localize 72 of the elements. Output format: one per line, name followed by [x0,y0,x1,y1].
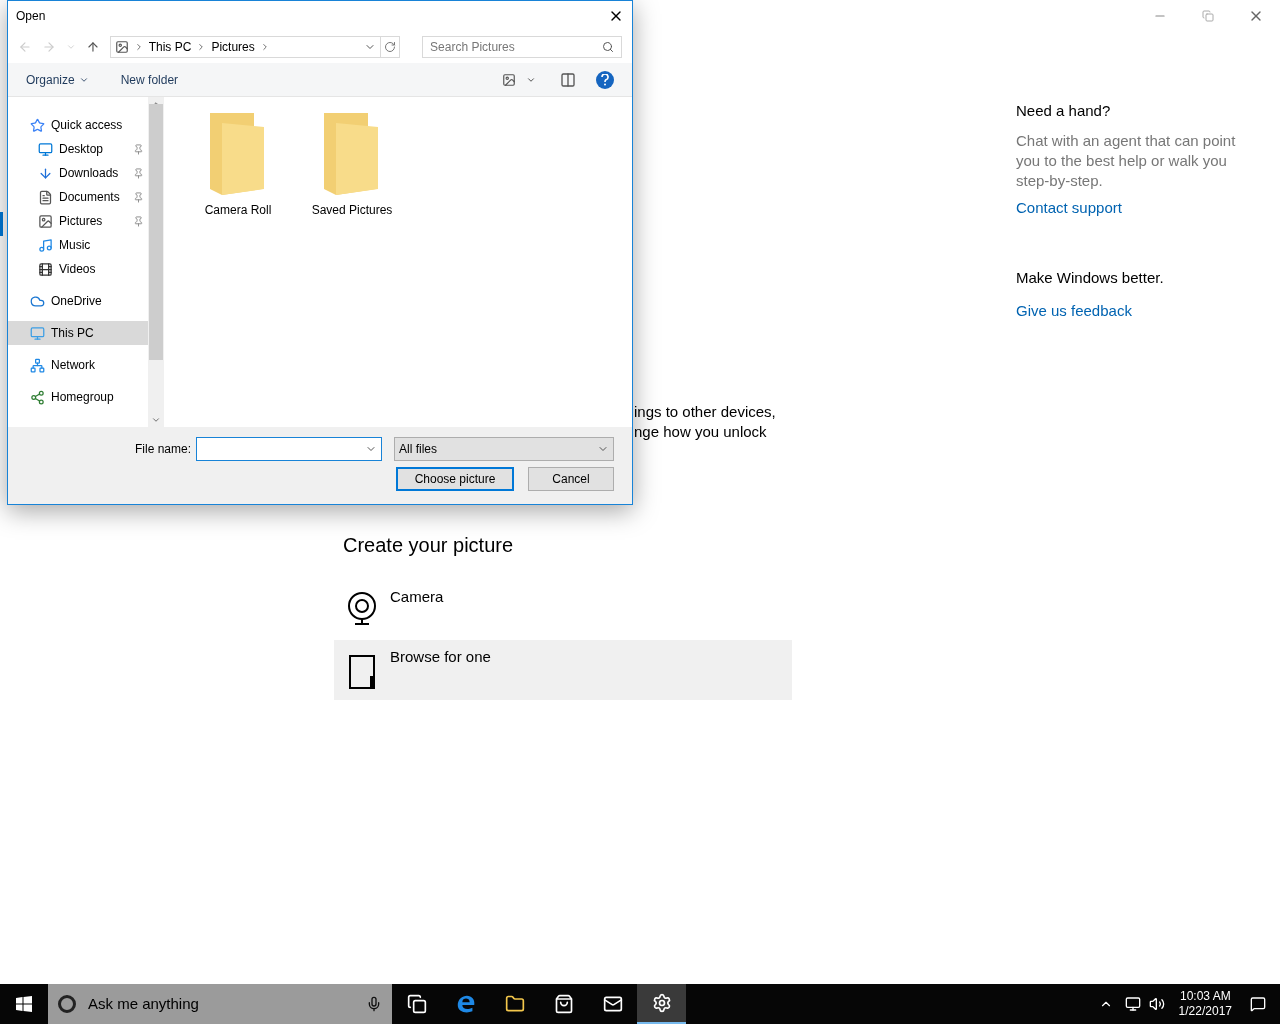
windows-logo-icon [16,996,32,1012]
help-icon[interactable] [596,70,614,89]
document-icon [38,189,53,205]
search-box[interactable]: Ask me anything [48,984,392,1024]
nav-item[interactable]: OneDrive [8,289,148,313]
folder-item[interactable]: Camera Roll [188,113,288,219]
nav-item[interactable]: Network [8,353,148,377]
clock[interactable]: 10:03 AM 1/22/2017 [1174,989,1236,1019]
nav-item[interactable]: Music [8,233,148,257]
contact-support-link[interactable]: Contact support [1016,196,1256,219]
dialog-button[interactable]: Cancel [528,467,614,491]
toolbar-button[interactable]: New folder [120,70,179,89]
nav-item[interactable]: Desktop [8,137,148,161]
selection-indicator [0,212,3,236]
view-icon[interactable] [502,72,516,87]
star-icon [30,117,45,133]
mail-icon [602,994,623,1014]
document-icon [346,654,378,690]
dialog-button[interactable]: Choose picture [396,467,514,491]
nav-item[interactable]: This PC [8,321,148,345]
webcam-icon [346,592,378,626]
picture-option[interactable]: Camera [334,580,792,640]
nav-item[interactable]: Documents [8,185,148,209]
picture-icon [38,213,53,229]
search-field[interactable]: Search Pictures [422,36,622,58]
volume-icon[interactable] [1148,996,1165,1012]
microphone-icon[interactable] [366,996,382,1012]
help-text: Chat with an agent that can point you to the best help or walk you step-by-step. [1016,130,1237,191]
file-type-dropdown[interactable]: All files [394,437,614,461]
dialog-title: Open [16,8,46,25]
notification-icon[interactable] [1250,996,1266,1012]
folder-icon [504,994,525,1014]
down-arrow-icon [38,165,53,181]
nav-item[interactable]: Pictures [8,209,148,233]
picture-option[interactable]: Browse for one [334,640,792,700]
file-name-label: File name: [134,441,191,458]
help-title: Need a hand? [1016,101,1112,121]
description-text: ings to other devices, [634,402,776,422]
settings-icon [651,993,672,1013]
shopping-bag-icon [553,994,574,1014]
homegroup-icon [30,389,45,405]
music-note-icon [38,237,53,253]
description-text: nge how you unlock [634,422,768,442]
option-label: Browse for one [390,647,491,667]
scroll-down-icon[interactable] [151,415,161,425]
address-bar[interactable]: This PC Pictures [109,36,401,58]
refresh-icon[interactable] [384,41,397,53]
taskbar-app[interactable] [637,984,686,1024]
search-icon [602,41,614,53]
computer-icon [30,325,45,341]
feedback-title: Make Windows better. [1016,268,1165,288]
nav-item[interactable]: Downloads [8,161,148,185]
up-arrow-icon[interactable] [85,40,100,54]
breadcrumb-item[interactable]: This PC [148,38,192,56]
film-icon [38,261,53,277]
scroll-thumb[interactable] [149,104,163,360]
feedback-link[interactable]: Give us feedback [1016,299,1256,322]
nav-item[interactable]: Quick access [8,113,148,137]
breadcrumb-item[interactable]: Pictures [211,38,255,56]
scrollbar[interactable] [148,97,164,427]
picture-icon [114,40,129,54]
file-name-field[interactable] [196,437,382,461]
preview-pane-icon[interactable] [560,71,576,88]
nav-item[interactable]: Homegroup [8,385,148,409]
nav-item[interactable]: Videos [8,257,148,281]
toolbar-button[interactable]: Organize [26,70,89,89]
monitor-icon [38,141,53,157]
folder-item[interactable]: Saved Pictures [302,113,402,219]
option-label: Camera [390,587,444,607]
task-view-icon [406,994,427,1014]
cloud-icon [30,293,45,309]
section-heading: Create your picture [343,533,515,558]
